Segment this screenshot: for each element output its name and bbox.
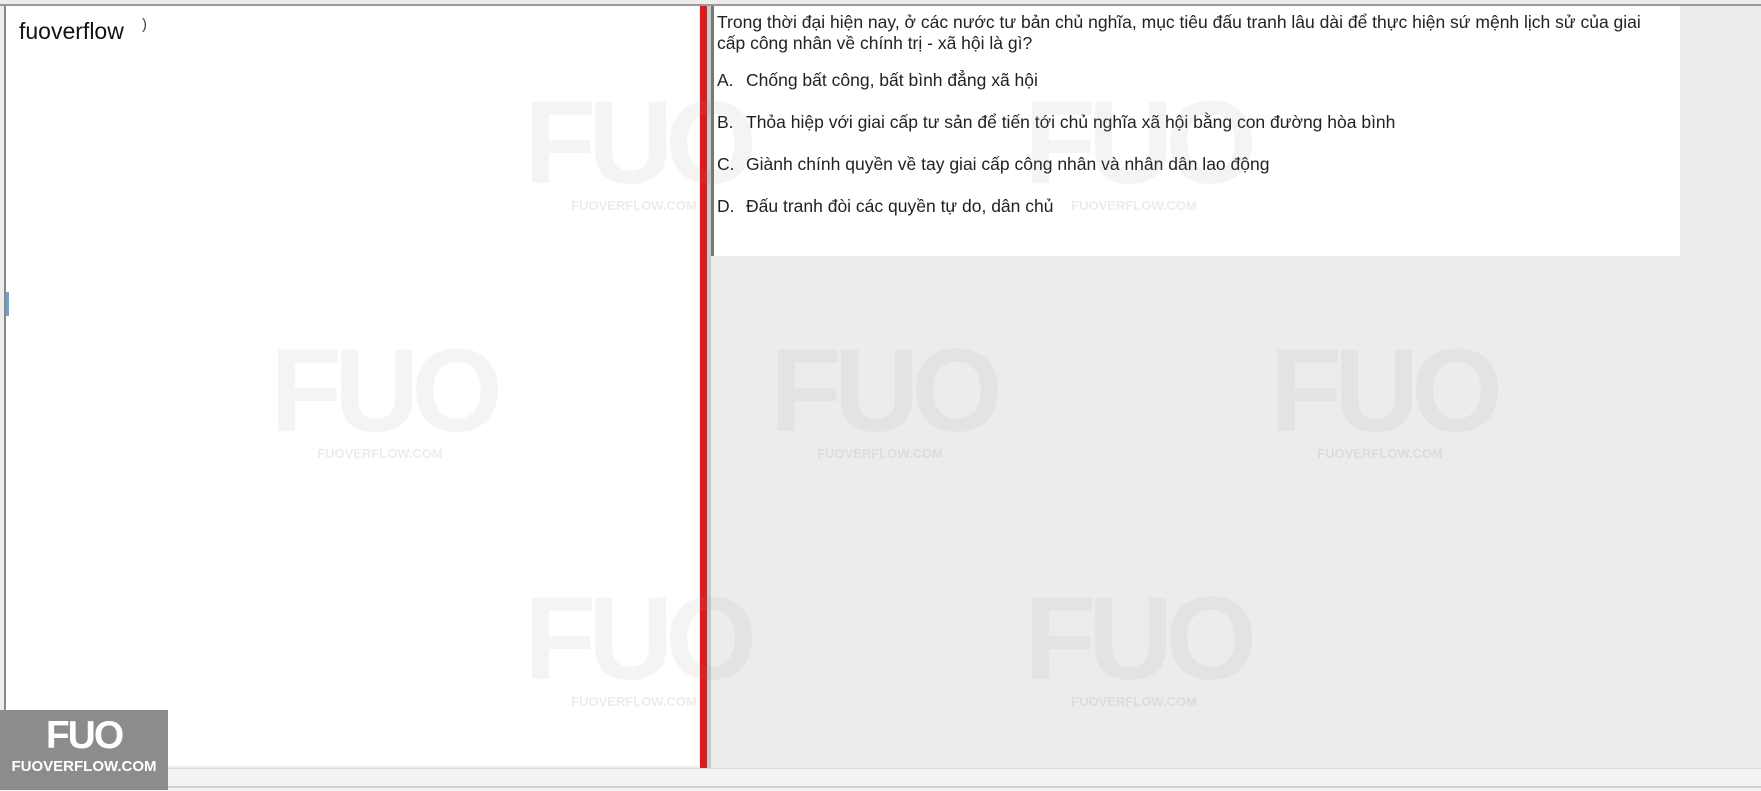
option-text: Chống bất công, bất bình đẳng xã hội bbox=[746, 70, 1038, 90]
badge-site-text: FUOVERFLOW.COM bbox=[11, 758, 157, 775]
option-text: Giành chính quyền về tay giai cấp công n… bbox=[746, 154, 1270, 174]
watermark-logo: FUOFUOVERFLOW.COM bbox=[770, 325, 1003, 461]
watermark-logo: FUOFUOVERFLOW.COM bbox=[1270, 325, 1503, 461]
pane-splitter[interactable] bbox=[700, 6, 707, 768]
option-a[interactable]: A. Chống bất công, bất bình đẳng xã hội bbox=[717, 70, 1647, 112]
left-pane-title: fuoverflow bbox=[19, 18, 124, 44]
option-c[interactable]: C. Giành chính quyền về tay giai cấp công… bbox=[717, 154, 1647, 196]
badge-logo-text: FUO bbox=[45, 714, 124, 757]
answer-options: A. Chống bất công, bất bình đẳng xã hội B… bbox=[717, 70, 1647, 238]
left-pane: fuoverflow ) bbox=[4, 6, 699, 766]
fuo-logo-badge: FUO FUOVERFLOW.COM bbox=[0, 710, 168, 790]
left-edge-indicator bbox=[6, 292, 9, 316]
question-text: Trong thời đại hiện nay, ở các nước tư b… bbox=[717, 12, 1641, 53]
question-panel: Trong thời đại hiện nay, ở các nước tư b… bbox=[711, 6, 1680, 256]
watermark-logo: FUOFUOVERFLOW.COM bbox=[1024, 573, 1257, 709]
option-letter: D. bbox=[717, 196, 735, 216]
option-b[interactable]: B. Thỏa hiệp với giai cấp tư sản để tiến … bbox=[717, 112, 1647, 154]
option-d[interactable]: D. Đấu tranh đòi các quyền tự do, dân chủ bbox=[717, 196, 1647, 238]
bottom-border bbox=[0, 786, 1761, 788]
option-text: Thỏa hiệp với giai cấp tư sản để tiến tớ… bbox=[746, 112, 1396, 132]
option-text: Đấu tranh đòi các quyền tự do, dân chủ bbox=[746, 196, 1054, 216]
option-letter: B. bbox=[717, 112, 734, 132]
option-letter: C. bbox=[717, 154, 735, 174]
left-pane-mark: ) bbox=[142, 16, 147, 33]
option-letter: A. bbox=[717, 70, 734, 90]
